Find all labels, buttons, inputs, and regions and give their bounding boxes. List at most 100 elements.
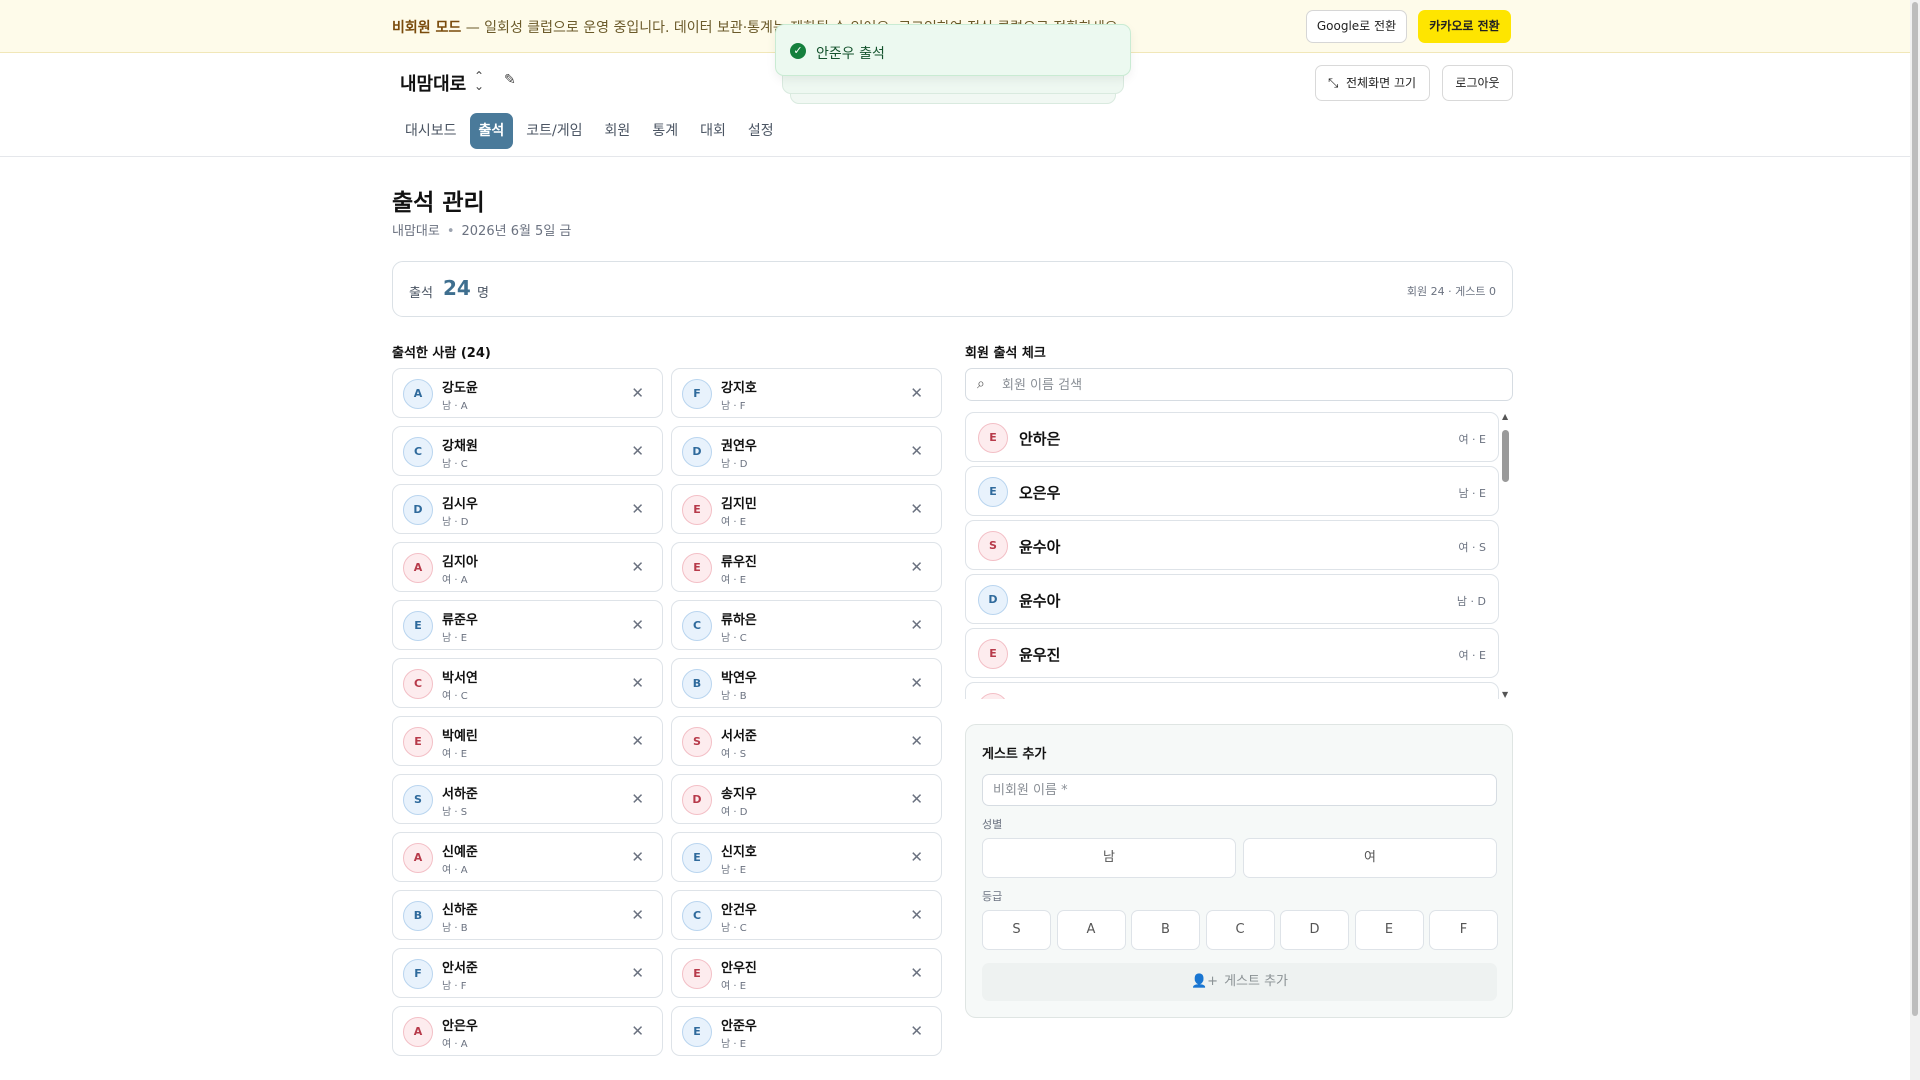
attendee-meta: 여 · E xyxy=(721,981,747,992)
remove-attendee-close-icon[interactable]: ✕ xyxy=(910,500,923,518)
logout-button[interactable]: 로그아웃 xyxy=(1442,65,1513,101)
member-list-scrollbar[interactable]: ▲ ▼ xyxy=(1501,412,1511,699)
remove-attendee-close-icon[interactable]: ✕ xyxy=(631,1022,644,1040)
attendee-name: 강지호 xyxy=(721,381,757,396)
remove-attendee-close-icon[interactable]: ✕ xyxy=(631,558,644,576)
attendee-meta: 여 · A xyxy=(442,1039,468,1050)
subtitle-date: 2026년 6월 5일 금 xyxy=(461,224,572,239)
remove-attendee-close-icon[interactable]: ✕ xyxy=(910,964,923,982)
member-row[interactable]: D 윤수아 남 · D xyxy=(965,574,1499,624)
attendee-meta: 여 · S xyxy=(721,749,747,760)
grade-option-button[interactable]: F xyxy=(1429,910,1498,950)
attendee-card: A 강도윤 남 · A ✕ xyxy=(392,368,663,418)
remove-attendee-close-icon[interactable]: ✕ xyxy=(631,848,644,866)
grade-option-button[interactable]: S xyxy=(982,910,1051,950)
attendee-name: 박예린 xyxy=(442,729,478,744)
remove-attendee-close-icon[interactable]: ✕ xyxy=(910,442,923,460)
attendee-card: C 강채원 남 · C ✕ xyxy=(392,426,663,476)
remove-attendee-close-icon[interactable]: ✕ xyxy=(910,790,923,808)
attendee-card: B 신하준 남 · B ✕ xyxy=(392,890,663,940)
remove-attendee-close-icon[interactable]: ✕ xyxy=(631,964,644,982)
attendee-name: 신예준 xyxy=(442,845,478,860)
member-search-input[interactable] xyxy=(1002,374,1492,396)
grade-avatar: E xyxy=(682,553,712,583)
member-row[interactable] xyxy=(965,682,1499,699)
attendee-card: E 신지호 남 · E ✕ xyxy=(671,832,942,882)
attendee-card: S 서서준 여 · S ✕ xyxy=(671,716,942,766)
member-row[interactable]: S 윤수아 여 · S xyxy=(965,520,1499,570)
guest-name-input[interactable] xyxy=(993,780,1483,800)
separator-dot: • xyxy=(446,224,455,239)
tab-1[interactable]: 출석 xyxy=(469,113,514,149)
scroll-up-arrow-icon[interactable]: ▲ xyxy=(1502,412,1508,421)
user-plus-icon: 👤+ xyxy=(1190,974,1219,989)
grade-avatar: C xyxy=(682,611,712,641)
gender-male-button[interactable]: 남 xyxy=(982,838,1236,878)
grade-avatar: E xyxy=(682,843,712,873)
remove-attendee-close-icon[interactable]: ✕ xyxy=(910,558,923,576)
gender-female-button[interactable]: 여 xyxy=(1243,838,1497,878)
member-row[interactable]: E 안하은 여 · E xyxy=(965,412,1499,462)
remove-attendee-close-icon[interactable]: ✕ xyxy=(910,848,923,866)
remove-attendee-close-icon[interactable]: ✕ xyxy=(631,674,644,692)
attendee-list: A 강도윤 남 · A ✕ F 강지호 남 · F ✕ C 강채원 남 · C ✕ D 권연우 남 · D ✕… xyxy=(392,368,942,1056)
attendee-name: 류하은 xyxy=(721,613,757,628)
tab-5[interactable]: 대회 xyxy=(691,113,735,149)
page-scrollbar-thumb[interactable] xyxy=(1912,2,1918,1016)
remove-attendee-close-icon[interactable]: ✕ xyxy=(631,790,644,808)
subtitle-club: 내맘대로 xyxy=(392,224,440,239)
attendee-card: E 김지민 여 · E ✕ xyxy=(671,484,942,534)
remove-attendee-close-icon[interactable]: ✕ xyxy=(910,732,923,750)
member-row[interactable]: E 윤우진 여 · E xyxy=(965,628,1499,678)
attendee-name: 류우진 xyxy=(721,555,757,570)
switch-to-kakao-button[interactable]: 카카오로 전환 xyxy=(1418,10,1511,43)
attendance-count-card: 출석 24 명 회원 24 · 게스트 0 xyxy=(392,261,1513,317)
grade-option-button[interactable]: A xyxy=(1056,910,1126,950)
scroll-down-arrow-icon[interactable]: ▼ xyxy=(1502,690,1508,699)
attendee-meta: 남 · F xyxy=(442,981,467,992)
attendee-card: E 류우진여 · E ✕ xyxy=(671,542,942,592)
attendee-card: C 류하은 남 · C ✕ xyxy=(671,600,942,650)
remove-attendee-close-icon[interactable]: ✕ xyxy=(631,732,644,750)
grade-avatar: A xyxy=(403,1017,433,1047)
remove-attendee-close-icon[interactable]: ✕ xyxy=(631,616,644,634)
add-guest-button[interactable]: 👤+ 게스트 추가 xyxy=(982,963,1497,1001)
switch-to-google-button[interactable]: Google로 전환 xyxy=(1306,10,1407,43)
tab-2[interactable]: 코트/게임 xyxy=(517,113,591,149)
club-switch-chevron-icon[interactable]: ⌃ ⌄ xyxy=(472,70,486,92)
member-list[interactable]: E 안하은 여 · E E 오은우 남 · E S 윤수아 여 · S D 윤수아 남 · D E 윤우진… xyxy=(965,412,1499,699)
tab-6[interactable]: 설정 xyxy=(739,113,783,149)
grade-avatar: A xyxy=(403,843,433,873)
remove-attendee-close-icon[interactable]: ✕ xyxy=(910,1022,923,1040)
attendee-meta: 여 · E xyxy=(721,575,747,586)
remove-attendee-close-icon[interactable]: ✕ xyxy=(910,906,923,924)
minimize-icon: ⤡ xyxy=(1328,76,1339,91)
remove-attendee-close-icon[interactable]: ✕ xyxy=(910,384,923,402)
page-scrollbar[interactable] xyxy=(1910,0,1920,1080)
search-icon: ⌕ xyxy=(977,376,985,392)
remove-attendee-close-icon[interactable]: ✕ xyxy=(631,442,644,460)
exit-fullscreen-button[interactable]: ⤡ 전체화면 끄기 xyxy=(1315,65,1430,101)
attendee-card: D 송지우 여 · D ✕ xyxy=(671,774,942,824)
banner-mode-label: 비회원 모드 xyxy=(392,20,462,36)
attendee-name: 김시우 xyxy=(442,497,478,512)
remove-attendee-close-icon[interactable]: ✕ xyxy=(631,906,644,924)
member-row[interactable]: E 오은우 남 · E xyxy=(965,466,1499,516)
tab-3[interactable]: 회원 xyxy=(596,113,640,149)
grade-option-button[interactable]: D xyxy=(1280,910,1349,950)
grade-avatar: S xyxy=(682,727,712,757)
member-meta: 여 · E xyxy=(1458,433,1486,446)
remove-attendee-close-icon[interactable]: ✕ xyxy=(910,616,923,634)
attendee-meta: 여 · E xyxy=(721,517,747,528)
scrollbar-thumb[interactable] xyxy=(1502,430,1509,482)
grade-option-button[interactable]: E xyxy=(1354,910,1424,950)
remove-attendee-close-icon[interactable]: ✕ xyxy=(910,674,923,692)
grade-option-button[interactable]: B xyxy=(1131,910,1200,950)
grade-avatar: S xyxy=(403,785,433,815)
grade-option-button[interactable]: C xyxy=(1205,910,1275,950)
tab-0[interactable]: 대시보드 xyxy=(396,113,466,149)
remove-attendee-close-icon[interactable]: ✕ xyxy=(631,384,644,402)
remove-attendee-close-icon[interactable]: ✕ xyxy=(631,500,644,518)
tab-4[interactable]: 통계 xyxy=(643,113,687,149)
pencil-icon[interactable]: ✎ xyxy=(504,72,516,88)
